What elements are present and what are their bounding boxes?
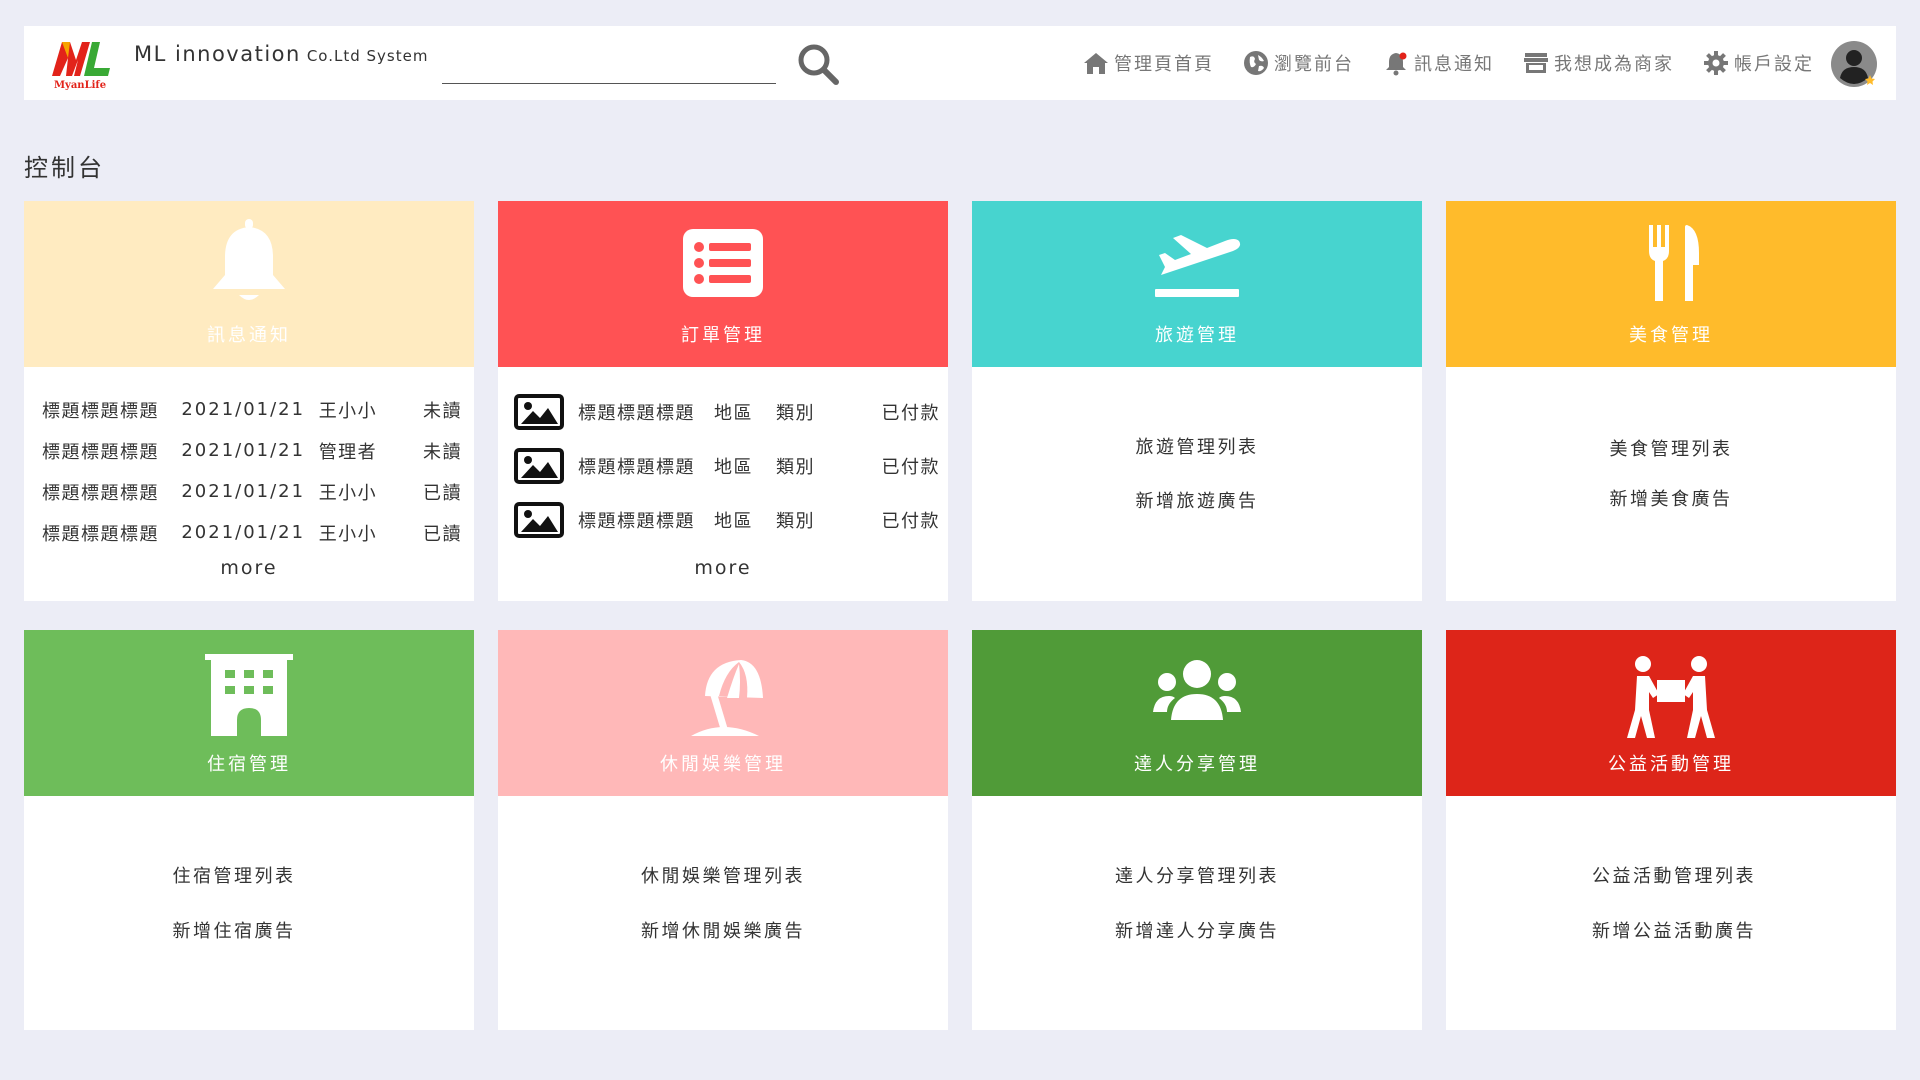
users-icon (1153, 660, 1241, 720)
card-charity-title: 公益活動管理 (1608, 754, 1734, 775)
list-icon (683, 229, 763, 297)
card-notifications-title: 訊息通知 (207, 325, 291, 346)
notification-list: 標題標題標題 2021/01/21 王小小 未讀 標題標題標題 2021/01/… (42, 389, 462, 553)
nav-admin-home[interactable]: 管理頁首頁 (1082, 49, 1214, 77)
charity-add-ad-link[interactable]: 新增公益活動廣告 (1446, 917, 1902, 943)
nav-become-merchant[interactable]: 我想成為商家 (1522, 49, 1674, 77)
payment-status: 已付款 (881, 457, 940, 478)
order-list: 標題標題標題 地區 類別 已付款 標題標題標題 地區 類別 已付款 標題標題標題… (514, 385, 940, 547)
card-experts-title: 達人分享管理 (1134, 754, 1260, 775)
food-links: 美食管理列表 新增美食廣告 (1446, 435, 1896, 511)
store-icon (1524, 53, 1548, 73)
card-leisure-body: 休閒娛樂管理列表 新增休閒娛樂廣告 (498, 796, 948, 1030)
card-food-header[interactable]: 美食管理 (1446, 201, 1896, 367)
utensils-icon (1649, 225, 1699, 301)
card-travel-body: 旅遊管理列表 新增旅遊廣告 (972, 367, 1422, 601)
card-notifications-header[interactable]: 訊息通知 (24, 201, 474, 367)
search-input[interactable] (442, 44, 776, 84)
image-icon (514, 448, 564, 484)
notification-row[interactable]: 標題標題標題 2021/01/21 王小小 已讀 (42, 471, 462, 512)
card-experts-body: 達人分享管理列表 新增達人分享廣告 (972, 796, 1422, 1030)
home-icon (1084, 53, 1108, 74)
payment-status: 已付款 (881, 403, 940, 424)
leisure-list-link[interactable]: 休閒娛樂管理列表 (498, 862, 948, 917)
read-status: 已讀 (423, 482, 462, 504)
travel-links: 旅遊管理列表 新增旅遊廣告 (972, 433, 1422, 513)
lodging-add-ad-link[interactable]: 新增住宿廣告 (24, 917, 444, 943)
notification-row[interactable]: 標題標題標題 2021/01/21 管理者 未讀 (42, 430, 462, 471)
travel-list-link[interactable]: 旅遊管理列表 (972, 433, 1422, 487)
notifications-more-link[interactable]: more (24, 557, 474, 579)
bell-icon (1386, 52, 1407, 76)
lodging-list-link[interactable]: 住宿管理列表 (24, 862, 444, 917)
myanlife-logo[interactable]: MyanLife (48, 36, 112, 90)
food-add-ad-link[interactable]: 新增美食廣告 (1446, 485, 1896, 511)
charity-links: 公益活動管理列表 新增公益活動廣告 (1446, 862, 1902, 943)
globe-icon (1244, 51, 1268, 75)
notification-row[interactable]: 標題標題標題 2021/01/21 王小小 未讀 (42, 389, 462, 430)
card-experts: 達人分享管理 達人分享管理列表 新增達人分享廣告 (972, 630, 1422, 1030)
card-leisure-header[interactable]: 休閒娛樂管理 (498, 630, 948, 796)
card-orders-body: 標題標題標題 地區 類別 已付款 標題標題標題 地區 類別 已付款 標題標題標題… (498, 367, 948, 601)
image-icon (514, 394, 564, 430)
orders-more-link[interactable]: more (498, 557, 948, 579)
card-leisure-title: 休閒娛樂管理 (660, 754, 786, 775)
brand-name: ML innovation Co.Ltd System (134, 42, 429, 66)
search-icon[interactable] (796, 42, 840, 86)
payment-status: 已付款 (881, 511, 940, 532)
nav-notifications[interactable]: 訊息通知 (1382, 49, 1494, 77)
beach-umbrella-icon (691, 660, 763, 736)
card-travel: 旅遊管理 旅遊管理列表 新增旅遊廣告 (972, 201, 1422, 601)
travel-add-ad-link[interactable]: 新增旅遊廣告 (972, 487, 1422, 513)
card-lodging-title: 住宿管理 (207, 754, 291, 775)
nav-browse-frontend[interactable]: 瀏覽前台 (1242, 49, 1354, 77)
leisure-links: 休閒娛樂管理列表 新增休閒娛樂廣告 (498, 862, 948, 943)
order-row[interactable]: 標題標題標題 地區 類別 已付款 (514, 385, 940, 439)
card-charity: 公益活動管理 公益活動管理列表 新增公益活動廣告 (1446, 630, 1896, 1030)
card-orders-header[interactable]: 訂單管理 (498, 201, 948, 367)
top-navbar: MyanLife ML innovation Co.Ltd System 管理頁首… (24, 26, 1896, 100)
order-row[interactable]: 標題標題標題 地區 類別 已付款 (514, 439, 940, 493)
food-list-link[interactable]: 美食管理列表 (1446, 435, 1896, 485)
leisure-add-ad-link[interactable]: 新增休閒娛樂廣告 (498, 917, 948, 943)
card-leisure: 休閒娛樂管理 休閒娛樂管理列表 新增休閒娛樂廣告 (498, 630, 948, 1030)
card-orders-title: 訂單管理 (681, 325, 765, 346)
people-carry-icon (1627, 656, 1715, 738)
page-title: 控制台 (24, 154, 105, 182)
charity-list-link[interactable]: 公益活動管理列表 (1446, 862, 1902, 917)
card-notifications: 訊息通知 標題標題標題 2021/01/21 王小小 未讀 標題標題標題 202… (24, 201, 474, 601)
experts-links: 達人分享管理列表 新增達人分享廣告 (972, 862, 1422, 943)
user-avatar[interactable] (1830, 40, 1878, 88)
top-nav: 管理頁首頁 瀏覽前台 訊息通知 我想成為商家 帳戶設定 (1082, 26, 1842, 100)
airplane-departure-icon (1155, 235, 1241, 297)
search-area (442, 42, 850, 86)
image-icon (514, 502, 564, 538)
experts-list-link[interactable]: 達人分享管理列表 (972, 862, 1422, 917)
card-charity-header[interactable]: 公益活動管理 (1446, 630, 1896, 796)
card-notifications-body: 標題標題標題 2021/01/21 王小小 未讀 標題標題標題 2021/01/… (24, 367, 474, 601)
gear-icon (1704, 51, 1728, 75)
experts-add-ad-link[interactable]: 新增達人分享廣告 (972, 917, 1422, 943)
card-lodging: 住宿管理 住宿管理列表 新增住宿廣告 (24, 630, 474, 1030)
read-status: 未讀 (423, 441, 462, 463)
card-food-body: 美食管理列表 新增美食廣告 (1446, 367, 1896, 601)
read-status: 已讀 (423, 523, 462, 545)
order-row[interactable]: 標題標題標題 地區 類別 已付款 (514, 493, 940, 547)
read-status: 未讀 (423, 400, 462, 422)
card-travel-header[interactable]: 旅遊管理 (972, 201, 1422, 367)
card-travel-title: 旅遊管理 (1155, 325, 1239, 346)
notification-row[interactable]: 標題標題標題 2021/01/21 王小小 已讀 (42, 512, 462, 553)
card-lodging-header[interactable]: 住宿管理 (24, 630, 474, 796)
card-food: 美食管理 美食管理列表 新增美食廣告 (1446, 201, 1896, 601)
lodging-links: 住宿管理列表 新增住宿廣告 (24, 862, 444, 943)
card-orders: 訂單管理 標題標題標題 地區 類別 已付款 標題標題標題 地區 類別 已付款 標… (498, 201, 948, 601)
card-charity-body: 公益活動管理列表 新增公益活動廣告 (1446, 796, 1896, 1030)
card-experts-header[interactable]: 達人分享管理 (972, 630, 1422, 796)
bell-icon (213, 219, 285, 300)
hotel-icon (205, 654, 293, 736)
svg-text:MyanLife: MyanLife (54, 80, 106, 90)
card-food-title: 美食管理 (1629, 325, 1713, 346)
nav-account-settings[interactable]: 帳戶設定 (1702, 49, 1814, 77)
card-lodging-body: 住宿管理列表 新增住宿廣告 (24, 796, 474, 1030)
